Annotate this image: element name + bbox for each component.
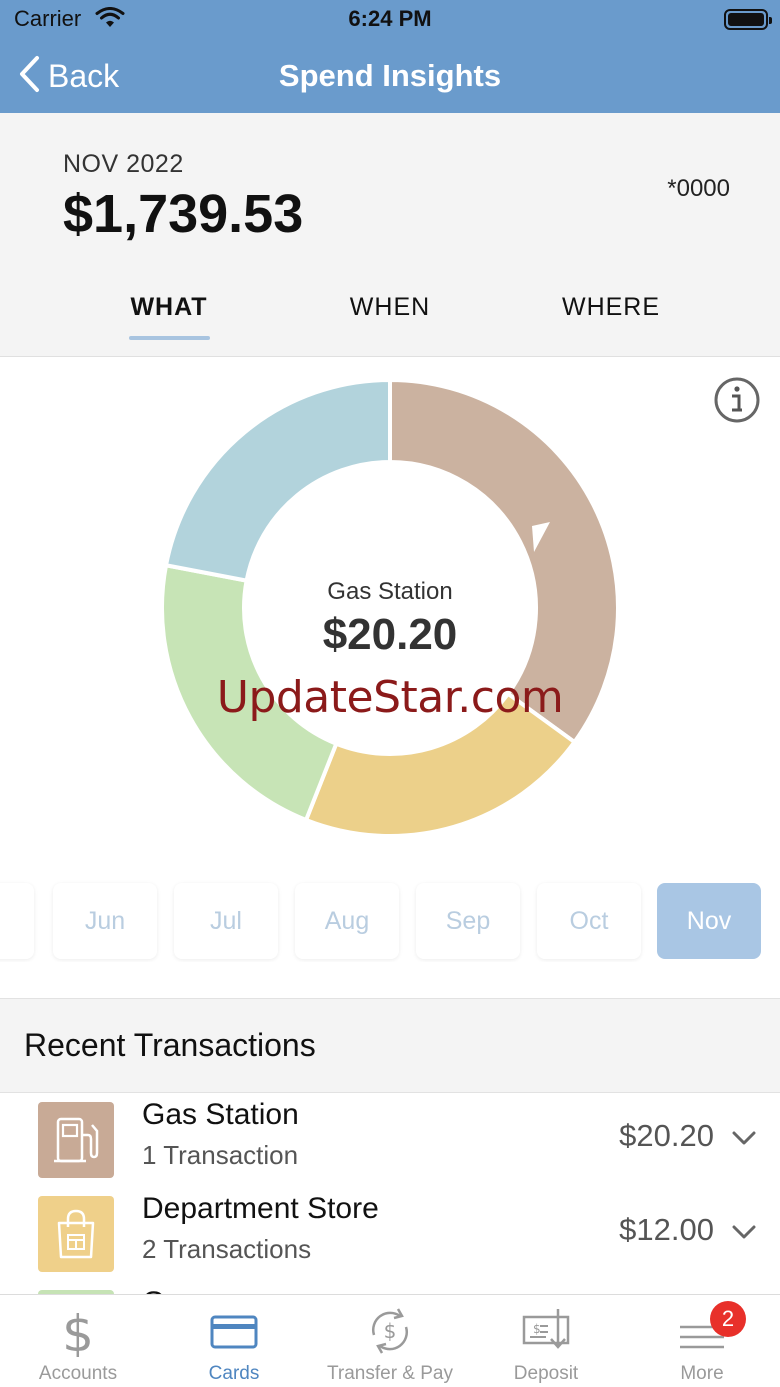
month-jul[interactable]: Jul <box>174 883 278 959</box>
shopping-bag-icon <box>38 1196 114 1272</box>
chevron-down-icon[interactable] <box>732 1224 756 1245</box>
section-title: Recent Transactions <box>24 1027 316 1063</box>
month-selector: y Jun Jul Aug Sep Oct Nov <box>0 880 780 962</box>
recent-transactions-header: Recent Transactions <box>0 998 780 1093</box>
transaction-row[interactable]: G <box>0 1282 780 1294</box>
status-bar: Carrier 6:24 PM <box>0 0 780 40</box>
tab-when[interactable]: WHEN <box>280 293 500 322</box>
header: Carrier 6:24 PM Back Spend Insights <box>0 0 780 113</box>
chevron-left-icon <box>18 55 40 98</box>
transaction-name: Gas Station <box>142 1098 299 1131</box>
svg-text:$: $ <box>384 1319 397 1343</box>
month-sep[interactable]: Sep <box>416 883 520 959</box>
tab-label: More <box>680 1363 724 1384</box>
back-label: Back <box>48 57 120 94</box>
transaction-list: Gas Station 1 Transaction $20.20 Departm… <box>0 1094 780 1294</box>
battery-icon <box>724 9 772 30</box>
insight-tabs: WHAT WHEN WHERE <box>0 293 780 343</box>
back-button[interactable]: Back <box>18 52 119 100</box>
svg-text:$: $ <box>533 1322 541 1336</box>
tab-accounts[interactable]: $ Accounts <box>0 1295 156 1387</box>
tab-what[interactable]: WHAT <box>59 293 279 322</box>
tab-transfer-pay[interactable]: $ Transfer & Pay <box>312 1295 468 1387</box>
chevron-down-icon[interactable] <box>732 1130 756 1151</box>
account-mask: *0000 <box>667 175 730 202</box>
month-may[interactable]: y <box>0 883 34 959</box>
info-icon[interactable] <box>713 376 761 424</box>
watermark: UpdateStar.com <box>216 672 564 723</box>
month-nov[interactable]: Nov <box>657 883 761 959</box>
transfer-icon: $ <box>372 1308 408 1354</box>
transaction-row[interactable]: Gas Station 1 Transaction $20.20 <box>0 1094 780 1188</box>
tab-active-indicator <box>129 336 210 340</box>
donut-slice-3[interactable] <box>163 380 392 583</box>
svg-text:$: $ <box>62 1305 94 1357</box>
card-icon <box>210 1315 258 1349</box>
tab-more[interactable]: 2 More <box>624 1295 780 1387</box>
transaction-row[interactable]: Department Store 2 Transactions $12.00 <box>0 1188 780 1282</box>
tab-label: Deposit <box>513 1363 579 1384</box>
transaction-amount: $12.00 <box>619 1212 714 1247</box>
selected-category-value: $20.20 <box>322 610 458 659</box>
dollar-icon: $ <box>62 1305 94 1357</box>
selected-category-label: Gas Station <box>327 578 453 605</box>
transaction-count: 1 Transaction <box>142 1140 299 1170</box>
tab-deposit[interactable]: $ Deposit <box>468 1295 624 1387</box>
transaction-count: 2 Transactions <box>142 1234 312 1264</box>
tab-cards[interactable]: Cards <box>156 1295 312 1387</box>
spend-summary: NOV 2022 $1,739.53 *0000 WHAT WHEN WHERE <box>0 113 780 357</box>
transaction-name: G <box>142 1286 165 1294</box>
gas-pump-icon <box>38 1102 114 1178</box>
bottom-tab-bar: $ Accounts Cards $ Transfer & Pay $ Depo… <box>0 1294 780 1387</box>
month-oct[interactable]: Oct <box>537 883 641 959</box>
tab-label: Cards <box>208 1363 260 1384</box>
tab-label: Transfer & Pay <box>326 1363 453 1384</box>
clock: 6:24 PM <box>348 6 432 31</box>
tab-where[interactable]: WHERE <box>501 293 721 322</box>
check-deposit-icon: $ <box>522 1309 570 1349</box>
transaction-name: Department Store <box>142 1192 379 1225</box>
tab-label: Accounts <box>38 1363 118 1384</box>
month-jun[interactable]: Jun <box>53 883 157 959</box>
transaction-amount: $20.20 <box>619 1118 714 1153</box>
notification-badge: 2 <box>710 1301 746 1337</box>
period-label: NOV 2022 <box>63 150 184 178</box>
month-aug[interactable]: Aug <box>295 883 399 959</box>
total-spend: $1,739.53 <box>63 184 304 244</box>
